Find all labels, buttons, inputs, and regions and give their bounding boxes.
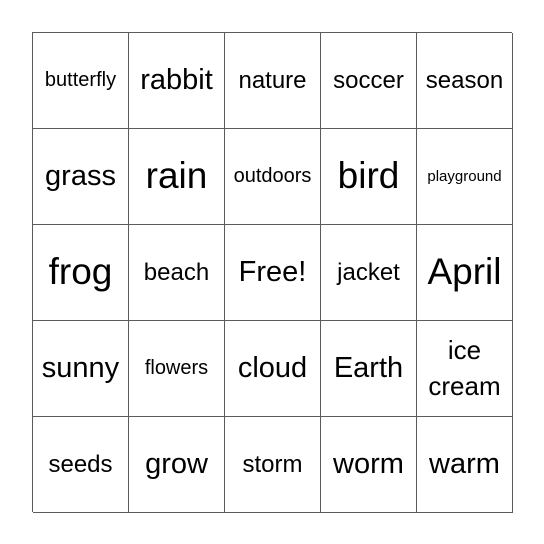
cell-text: soccer (333, 66, 404, 94)
bingo-cell[interactable]: rabbit (129, 33, 225, 129)
cell-text: butterfly (44, 69, 117, 91)
bingo-cell[interactable]: flowers (129, 321, 225, 417)
bingo-cell[interactable]: butterfly (33, 33, 129, 129)
bingo-board: butterfly rabbit nature soccer season gr… (32, 32, 513, 513)
bingo-cell[interactable]: cloud (225, 321, 321, 417)
cell-text: flowers (144, 357, 209, 379)
bingo-cell[interactable]: frog (33, 225, 129, 321)
bingo-cell[interactable]: April (417, 225, 513, 321)
cell-text: Earth (333, 351, 404, 384)
bingo-cell[interactable]: bird (321, 129, 417, 225)
cell-text: cloud (237, 351, 308, 384)
cell-text: outdoors (233, 165, 312, 187)
bingo-cell[interactable]: grass (33, 129, 129, 225)
cell-text: Free! (238, 255, 307, 288)
cell-text: grow (145, 447, 208, 480)
cell-text: April (427, 251, 502, 293)
cell-text: seeds (48, 450, 113, 478)
cell-text: bird (337, 155, 400, 197)
cell-text: warm (429, 447, 500, 480)
cell-text: rabbit (140, 63, 213, 96)
cell-text: season (425, 66, 504, 94)
bingo-cell[interactable]: sunny (33, 321, 129, 417)
cell-text: frog (48, 251, 113, 293)
cell-text: beach (143, 258, 210, 286)
bingo-cell[interactable]: grow (129, 417, 225, 513)
bingo-cell[interactable]: beach (129, 225, 225, 321)
cell-text: storm (242, 450, 303, 478)
bingo-cell[interactable]: jacket (321, 225, 417, 321)
bingo-cell[interactable]: ice cream (417, 321, 513, 417)
cell-text: worm (333, 447, 404, 480)
cell-text: sunny (41, 351, 120, 384)
bingo-cell[interactable]: soccer (321, 33, 417, 129)
bingo-cell[interactable]: rain (129, 129, 225, 225)
cell-text: playground (427, 167, 502, 185)
cell-text: ice cream (428, 335, 501, 401)
cell-text: nature (238, 66, 307, 94)
bingo-cell[interactable]: storm (225, 417, 321, 513)
cell-text: jacket (337, 258, 400, 286)
cell-text: rain (145, 155, 208, 197)
bingo-cell[interactable]: outdoors (225, 129, 321, 225)
bingo-cell[interactable]: worm (321, 417, 417, 513)
bingo-cell[interactable]: seeds (33, 417, 129, 513)
cell-text: grass (45, 159, 116, 192)
bingo-cell[interactable]: Earth (321, 321, 417, 417)
bingo-cell[interactable]: warm (417, 417, 513, 513)
bingo-cell[interactable]: playground (417, 129, 513, 225)
bingo-cell[interactable]: nature (225, 33, 321, 129)
bingo-cell[interactable]: season (417, 33, 513, 129)
free-space-cell[interactable]: Free! (225, 225, 321, 321)
